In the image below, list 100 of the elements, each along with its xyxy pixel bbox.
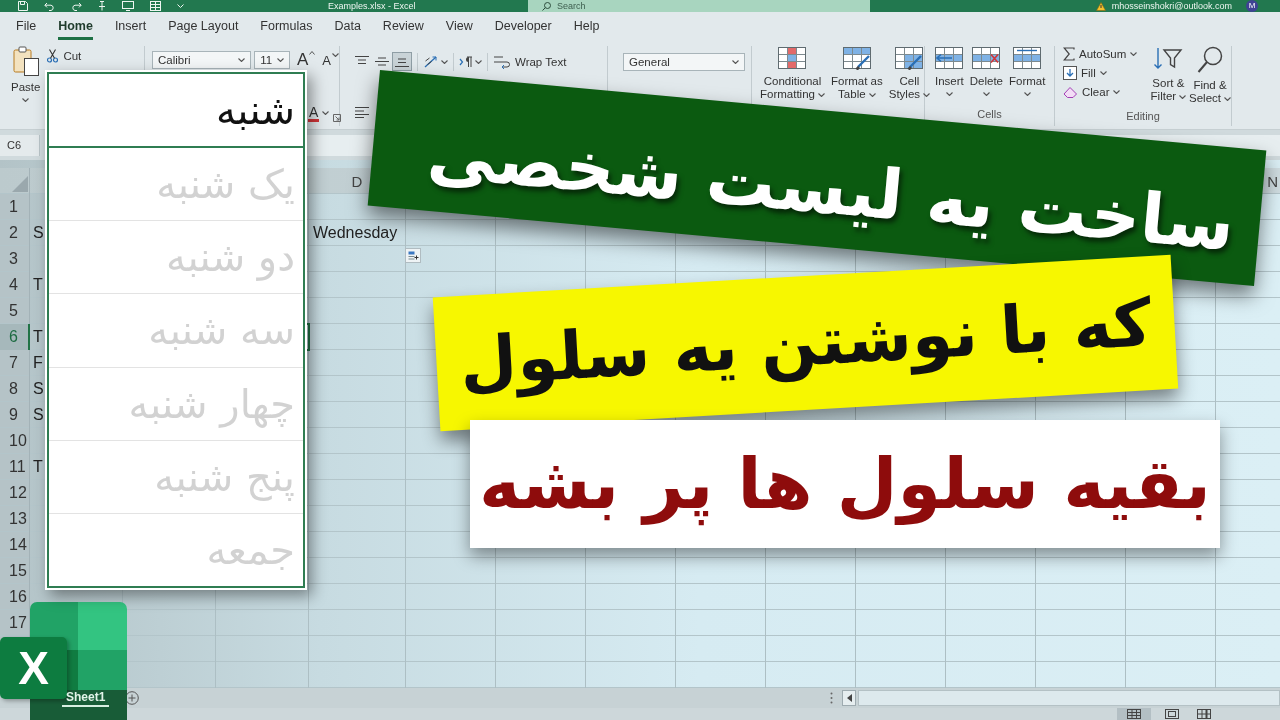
text-direction-icon	[459, 55, 473, 68]
row-header[interactable]: 7	[0, 350, 30, 376]
list-item: شنبه	[49, 74, 303, 149]
align-bottom-button[interactable]	[392, 52, 412, 71]
drag-handle-icon[interactable]	[830, 692, 833, 704]
autofill-options-button[interactable]	[405, 248, 421, 263]
search-field[interactable]: Search	[528, 0, 870, 12]
insert-button[interactable]: Insert	[935, 47, 964, 96]
row-header[interactable]: 9	[0, 402, 30, 428]
chevron-down-icon	[923, 92, 931, 97]
group-label: Cells	[977, 108, 1002, 120]
chevron-down-icon	[868, 92, 876, 97]
text-direction-button[interactable]	[459, 55, 482, 68]
save-icon[interactable]	[18, 1, 28, 11]
scissors-icon	[47, 49, 59, 63]
user-avatar[interactable]: M	[1246, 0, 1258, 12]
search-icon	[1197, 46, 1223, 74]
highlighted-grid-icon	[778, 47, 807, 70]
chevron-down-icon[interactable]	[177, 4, 184, 8]
grid-plus-icon	[407, 251, 419, 260]
menu-tab[interactable]: Data	[334, 12, 361, 40]
chevron-down-icon	[22, 98, 30, 102]
pin-icon[interactable]	[98, 1, 106, 11]
row-header[interactable]: 12	[0, 480, 30, 506]
slanted-arrow-icon	[423, 54, 439, 69]
font-name-dropdown[interactable]: Calibri	[152, 51, 252, 69]
row-header[interactable]: 15	[0, 558, 30, 584]
chevron-up-icon	[309, 51, 316, 55]
number-format-dropdown[interactable]: General	[623, 53, 745, 71]
chevron-down-icon	[1179, 94, 1187, 99]
chevron-down-icon	[322, 111, 330, 115]
orientation-button[interactable]	[423, 54, 448, 69]
column-header[interactable]: D	[351, 172, 363, 190]
name-box[interactable]: C6	[0, 134, 40, 156]
normal-view-button[interactable]	[1117, 708, 1151, 720]
row-header[interactable]: 13	[0, 506, 30, 532]
chevron-down-icon	[332, 52, 339, 57]
shrink-font-button[interactable]: A	[322, 52, 339, 68]
menu-tab[interactable]: Review	[382, 12, 424, 40]
format-button[interactable]: Format	[1009, 47, 1046, 96]
search-icon	[542, 1, 551, 11]
table-icon[interactable]	[150, 1, 161, 11]
undo-icon[interactable]	[44, 1, 55, 11]
delete-button[interactable]: Delete	[969, 47, 1003, 96]
row-header[interactable]: 16	[0, 584, 30, 610]
corner-arrow-icon[interactable]	[333, 114, 342, 122]
row-header[interactable]: 10	[0, 428, 30, 454]
cell-styles-button[interactable]: Cell Styles	[888, 47, 931, 101]
row-header[interactable]: 2	[0, 220, 30, 246]
chevron-down-icon	[238, 58, 246, 62]
paste-button[interactable]: Paste	[11, 46, 41, 102]
warning-icon	[1095, 1, 1106, 11]
row-header[interactable]: 3	[0, 246, 30, 272]
redo-icon[interactable]	[71, 1, 82, 11]
menu-tab[interactable]: Help	[573, 12, 600, 40]
grid-view-icon	[1127, 709, 1141, 719]
chevron-down-icon	[277, 58, 284, 62]
grid-cross-icon	[972, 47, 1001, 70]
menu-tab[interactable]: Page Layout	[168, 12, 239, 40]
chevron-down-icon	[982, 92, 990, 96]
subtitle-text: که با نوشتن یه سلول	[457, 286, 1154, 400]
fill-down-icon	[1063, 66, 1077, 80]
conditional-formatting-button[interactable]: Conditional Formatting	[760, 47, 825, 101]
cut-button[interactable]: Cut	[47, 49, 82, 63]
menu-tab[interactable]: Insert	[114, 12, 147, 40]
row-header[interactable]: 4	[0, 272, 30, 298]
find-select-button[interactable]: Find & Select	[1189, 46, 1231, 105]
menu-tab[interactable]: Formulas	[260, 12, 313, 40]
row-header[interactable]: 17	[0, 610, 30, 636]
row-header[interactable]: 5	[0, 298, 30, 324]
cell-text: T	[33, 276, 43, 294]
menu-tab[interactable]: File	[16, 12, 37, 40]
sort-filter-button[interactable]: Sort & Filter	[1147, 46, 1190, 103]
grid-arrow-icon	[935, 47, 964, 70]
menu-tab[interactable]: Developer	[494, 12, 552, 40]
horizontal-scrollbar[interactable]	[858, 690, 1280, 706]
format-as-table-button[interactable]: Format as Table	[830, 47, 883, 101]
row-header[interactable]: 11	[0, 454, 30, 480]
column-header[interactable]: N	[1267, 172, 1278, 190]
paste-icon	[12, 46, 39, 76]
align-middle-icon	[374, 55, 390, 68]
chevron-down-icon	[945, 92, 953, 96]
row-header[interactable]: 14	[0, 532, 30, 558]
row-header[interactable]: 8	[0, 376, 30, 402]
grid-resize-icon	[1013, 47, 1042, 70]
chevron-down-icon	[1130, 52, 1138, 56]
clear-button[interactable]: Clear	[1063, 84, 1148, 100]
grow-font-button[interactable]: A	[297, 50, 316, 70]
wrap-text-button[interactable]: Wrap Text	[493, 53, 567, 70]
row-header[interactable]: 1	[0, 194, 30, 220]
align-bottom-icon	[394, 55, 410, 68]
sigma-icon	[1063, 47, 1075, 61]
add-sheet-button[interactable]	[125, 691, 140, 705]
fill-button[interactable]: Fill	[1063, 65, 1148, 81]
monitor-icon[interactable]	[122, 1, 134, 11]
font-size-dropdown[interactable]: 11	[254, 51, 290, 69]
autosum-button[interactable]: AutoSum	[1063, 46, 1148, 62]
menu-tab[interactable]: View	[445, 12, 473, 40]
scroll-left-button[interactable]	[842, 690, 856, 706]
cell-text: S	[33, 380, 44, 398]
